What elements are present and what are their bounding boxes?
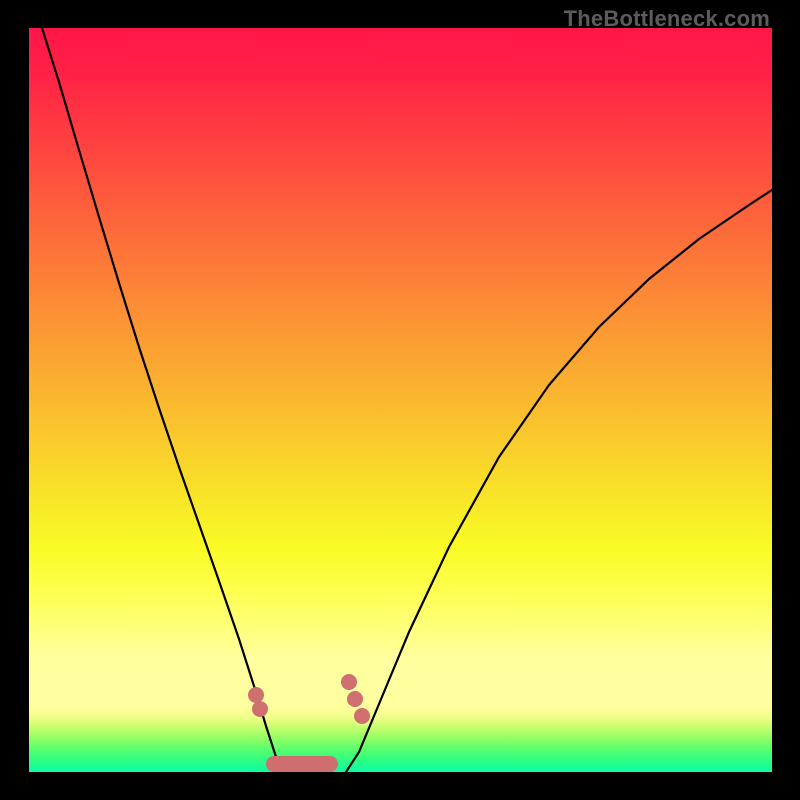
data-marker bbox=[248, 687, 264, 703]
valley-bar bbox=[266, 756, 338, 772]
bottom-bar-group bbox=[266, 756, 338, 772]
curves-group bbox=[42, 28, 772, 772]
curve-layer bbox=[29, 28, 772, 772]
data-marker bbox=[252, 701, 268, 717]
data-marker bbox=[341, 674, 357, 690]
data-marker bbox=[347, 691, 363, 707]
data-marker bbox=[354, 708, 370, 724]
plot-area bbox=[29, 28, 772, 772]
curve-left-curve bbox=[42, 28, 284, 772]
curve-right-curve bbox=[346, 190, 772, 772]
markers-group bbox=[248, 674, 370, 724]
chart-frame: TheBottleneck.com bbox=[0, 0, 800, 800]
